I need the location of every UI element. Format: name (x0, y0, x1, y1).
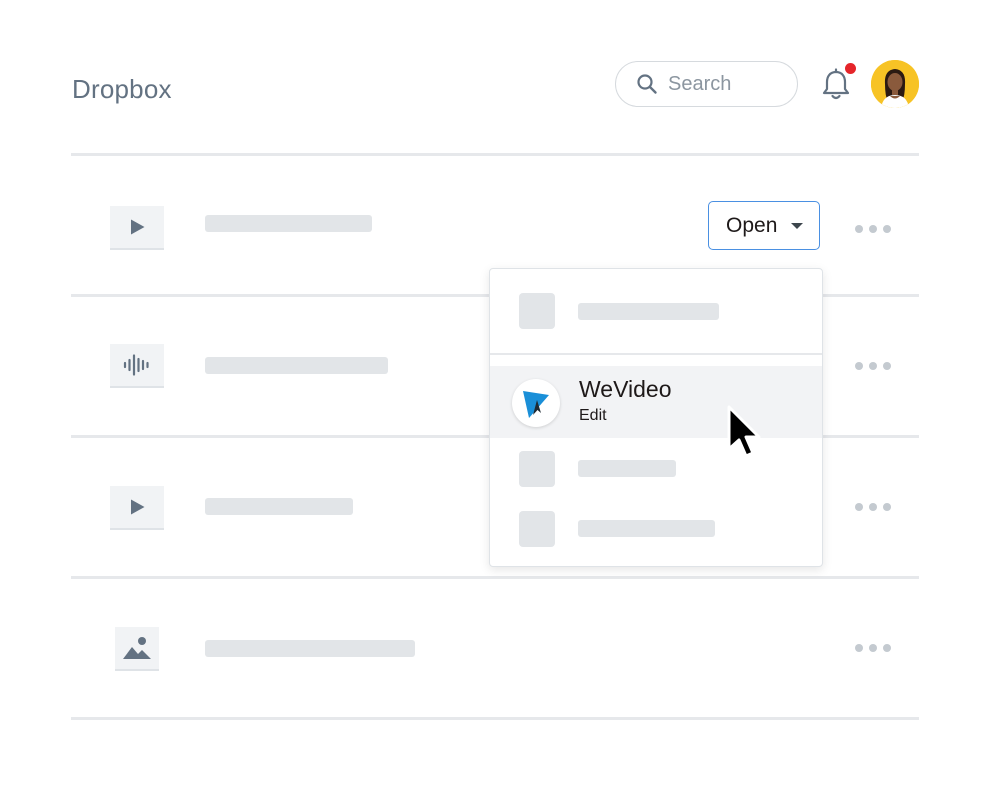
file-row-video-thumb[interactable] (110, 486, 164, 530)
app-title: Dropbox (72, 74, 172, 104)
more-options-icon[interactable] (855, 362, 891, 372)
file-row-image-thumb[interactable] (115, 627, 159, 671)
caret-down-icon (791, 222, 804, 229)
app-name-placeholder (578, 460, 676, 477)
app-name-placeholder (578, 303, 719, 320)
play-icon (131, 219, 145, 235)
wevideo-logo-icon (512, 379, 560, 427)
avatar[interactable] (871, 60, 919, 108)
search-icon (636, 73, 658, 95)
app-icon-placeholder (519, 511, 555, 547)
list-divider (71, 717, 919, 720)
app-icon-placeholder (519, 451, 555, 487)
menu-item-app-name: WeVideo (579, 376, 672, 402)
search-input[interactable] (668, 72, 788, 96)
notification-badge (845, 63, 856, 74)
more-options-icon[interactable] (855, 225, 891, 235)
open-button-label: Open (726, 213, 778, 237)
file-row-audio-thumb[interactable] (110, 344, 164, 388)
open-button[interactable]: Open (708, 201, 820, 250)
open-with-menu: WeVideo Edit (489, 268, 823, 567)
file-name-placeholder[interactable] (205, 640, 415, 657)
image-icon (123, 637, 151, 659)
app-icon-placeholder (519, 293, 555, 329)
menu-item-wevideo[interactable]: WeVideo Edit (490, 366, 822, 438)
file-name-placeholder[interactable] (205, 357, 388, 374)
file-name-placeholder[interactable] (205, 215, 372, 232)
mouse-pointer-icon (722, 402, 766, 462)
search-bar[interactable] (615, 61, 798, 107)
more-options-icon[interactable] (855, 644, 891, 654)
menu-item-placeholder[interactable] (490, 269, 822, 353)
list-divider (71, 153, 919, 156)
menu-item-placeholder[interactable] (490, 505, 822, 555)
app-name-placeholder (578, 520, 715, 537)
menu-item-action: Edit (579, 407, 607, 424)
audio-waveform-icon (123, 354, 149, 376)
menu-divider (490, 353, 822, 355)
file-name-placeholder[interactable] (205, 498, 353, 515)
file-row-video-thumb[interactable] (110, 206, 164, 250)
list-divider (71, 576, 919, 579)
play-icon (131, 499, 145, 515)
more-options-icon[interactable] (855, 503, 891, 513)
menu-item-placeholder[interactable] (490, 445, 822, 495)
